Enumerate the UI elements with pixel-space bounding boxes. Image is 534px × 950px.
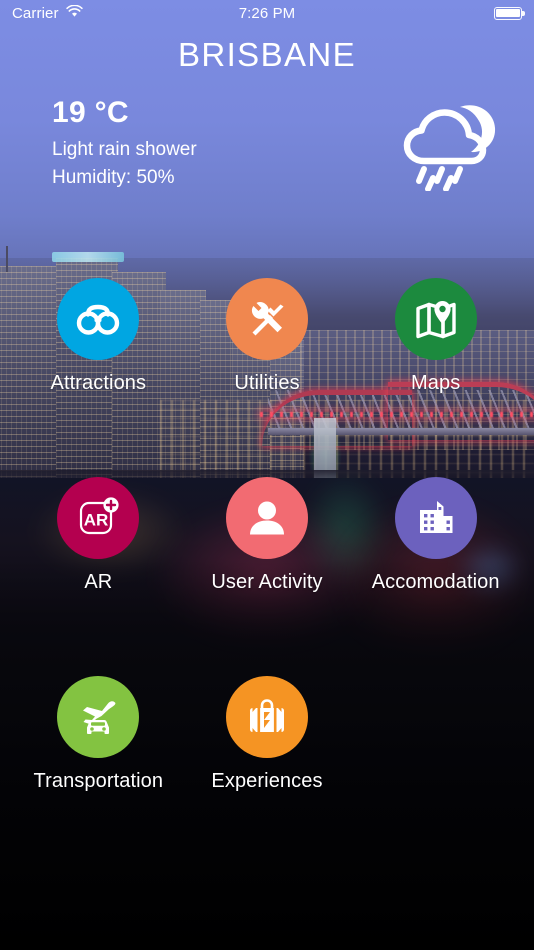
plane-car-icon	[75, 694, 121, 740]
app-grid: Attractions Utilities Maps AR AR User Ac…	[0, 278, 534, 793]
app-screen: Carrier 7:26 PM BRISBANE 19 °C Light rai…	[0, 0, 534, 950]
app-tile-accomodation[interactable]: Accomodation	[351, 477, 520, 594]
app-icon-background	[225, 676, 308, 758]
app-label: Utilities	[234, 372, 300, 394]
status-bar-right	[494, 6, 525, 20]
building-icon	[413, 495, 459, 541]
app-icon-background	[57, 278, 140, 360]
binoculars-icon	[75, 296, 121, 342]
svg-text:AR: AR	[84, 511, 109, 530]
app-label: Experiences	[211, 770, 323, 792]
app-icon-background	[225, 477, 308, 559]
status-bar-time: 7:26 PM	[238, 4, 296, 22]
map-pin-icon	[413, 296, 459, 342]
app-tile-user-activity[interactable]: User Activity	[183, 477, 352, 594]
page-title: BRISBANE	[177, 36, 357, 73]
app-icon-background	[225, 278, 308, 360]
app-label: Attractions	[50, 372, 147, 394]
battery-full-icon	[494, 6, 525, 20]
weather-temperature: 19 °C	[52, 96, 129, 129]
app-label: Maps	[411, 372, 461, 394]
tower-antenna	[6, 246, 8, 272]
app-icon-background	[394, 477, 477, 559]
status-bar: Carrier 7:26 PM	[0, 0, 534, 26]
app-icon-background	[57, 676, 140, 758]
app-tile-utilities[interactable]: Utilities	[183, 278, 352, 395]
weather-condition: Light rain shower	[52, 139, 197, 160]
night-rain-cloud-icon	[398, 99, 502, 192]
app-tile-transportation[interactable]: Transportation	[14, 676, 183, 793]
app-icon-background: AR	[57, 477, 140, 559]
app-label: Accomodation	[371, 571, 500, 593]
weather-widget: 19 °C Light rain shower Humidity: 50%	[0, 95, 534, 192]
weather-humidity: Humidity: 50%	[52, 166, 175, 188]
app-tile-experiences[interactable]: Experiences	[183, 676, 352, 793]
ar-plus-icon: AR	[75, 495, 121, 541]
app-icon-background	[394, 278, 477, 360]
tools-icon	[244, 296, 290, 342]
person-icon	[244, 495, 290, 541]
app-label: User Activity	[211, 571, 323, 593]
weather-text: 19 °C Light rain shower Humidity: 50%	[52, 95, 197, 190]
app-tile-attractions[interactable]: Attractions	[14, 278, 183, 395]
app-tile-maps[interactable]: Maps	[351, 278, 520, 395]
app-label: AR	[84, 571, 113, 593]
suitcase-icon	[244, 694, 290, 740]
app-tile-ar[interactable]: AR AR	[14, 477, 183, 594]
app-label: Transportation	[33, 770, 164, 792]
tower-rooftop-light	[52, 252, 124, 262]
